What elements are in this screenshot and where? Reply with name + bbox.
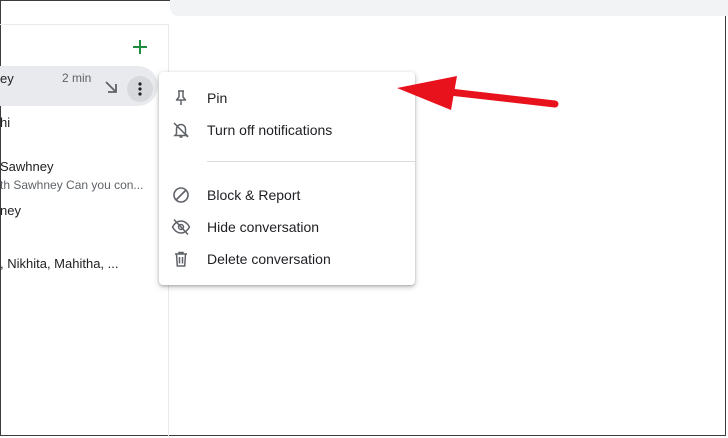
conversation-item[interactable]: hi	[0, 115, 169, 135]
conversation-name: ney	[0, 203, 21, 218]
block-icon	[171, 185, 191, 205]
arrow-down-right-icon[interactable]	[104, 80, 118, 94]
conversation-name: ey	[0, 71, 14, 86]
menu-item-label: Block & Report	[207, 187, 301, 203]
conversation-context-menu: Pin Turn off notifications Block & Repor…	[159, 72, 415, 285]
new-conversation-button[interactable]	[126, 35, 154, 59]
menu-item-label: Hide conversation	[207, 219, 320, 235]
menu-item-label: Turn off notifications	[207, 122, 333, 138]
conversation-item[interactable]: ney	[0, 203, 169, 223]
menu-item-turn-off-notifications[interactable]: Turn off notifications	[159, 114, 415, 146]
conversation-name: hi	[0, 115, 11, 130]
conversation-name: , Nikhita, Mahitha, ...	[0, 256, 119, 271]
menu-divider	[207, 161, 415, 162]
plus-icon	[133, 40, 147, 54]
conversation-list: ey 2 min hi Sawhney th Sawhney Can you c…	[0, 24, 169, 438]
conversation-item[interactable]: Sawhney th Sawhney Can you con...	[0, 159, 169, 195]
more-vert-icon	[138, 82, 142, 96]
annotation-arrow-icon	[397, 76, 559, 110]
pin-icon	[171, 88, 191, 108]
menu-item-delete-conversation[interactable]: Delete conversation	[159, 243, 415, 275]
conversation-name: Sawhney	[0, 159, 54, 174]
menu-item-block-report[interactable]: Block & Report	[159, 179, 415, 211]
conversation-snippet: th Sawhney Can you con...	[0, 178, 144, 192]
conversation-item[interactable]: , Nikhita, Mahitha, ...	[0, 256, 169, 276]
menu-item-pin[interactable]: Pin	[159, 82, 415, 114]
notifications-off-icon	[171, 120, 191, 140]
trash-icon	[171, 249, 191, 269]
menu-item-label: Delete conversation	[207, 251, 331, 267]
more-options-button[interactable]	[127, 76, 153, 102]
search-bar[interactable]	[170, 0, 728, 16]
conversation-time: 2 min	[62, 71, 92, 85]
menu-item-label: Pin	[207, 90, 228, 106]
eye-off-icon	[171, 217, 191, 237]
menu-item-hide-conversation[interactable]: Hide conversation	[159, 211, 415, 243]
conversation-item-active[interactable]: ey 2 min	[0, 66, 158, 106]
